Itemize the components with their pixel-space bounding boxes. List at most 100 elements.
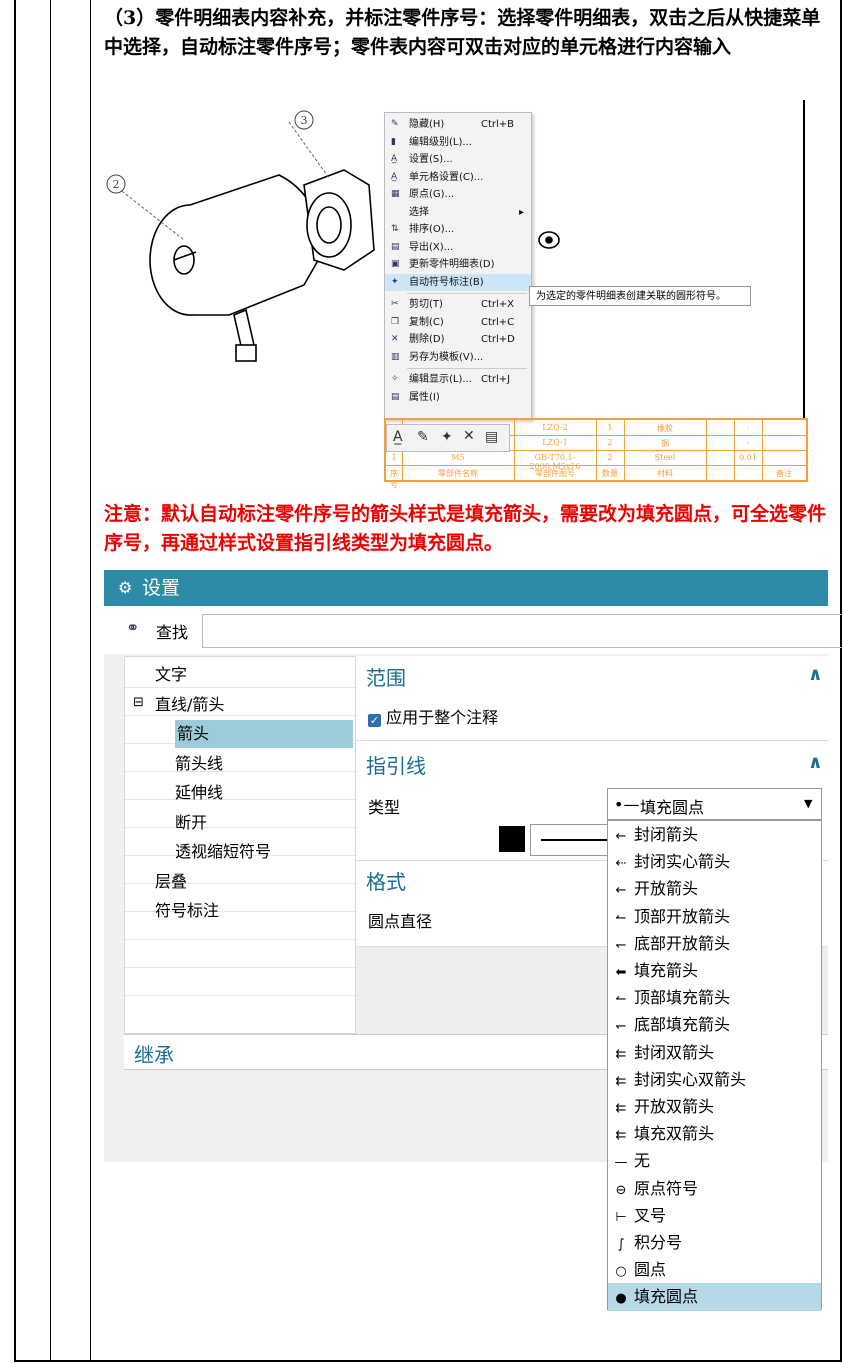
auto-balloon-icon[interactable]: ✦ xyxy=(441,429,453,445)
table-cell[interactable]: 备注 xyxy=(764,468,804,479)
table-cell[interactable]: 序号 xyxy=(388,468,400,490)
table-cell[interactable]: LZQ-2 xyxy=(516,423,594,432)
edit-display-icon: ✧ xyxy=(391,374,399,384)
delete-icon[interactable]: ✕ xyxy=(463,428,475,444)
table-cell[interactable]: LZQ-1 xyxy=(516,438,594,447)
tree-item[interactable]: 层叠 xyxy=(155,868,187,896)
tree-item-label: 透视缩短符号 xyxy=(175,842,272,861)
menu-item[interactable]: ✕ 删除(D) Ctrl+D xyxy=(385,331,531,348)
dropdown-option[interactable]: ↽ 底部填充箭头 xyxy=(608,1011,821,1038)
dropdown-option-label: 填充双箭头 xyxy=(634,1124,715,1144)
menu-separator xyxy=(407,293,527,294)
menu-item-label: 编辑级别(L)... xyxy=(409,136,472,148)
tree-item[interactable]: 断开 xyxy=(175,809,207,837)
menu-item[interactable]: ❐ 复制(C) Ctrl+C xyxy=(385,314,531,331)
dropdown-option[interactable]: ⇇ 填充双箭头 xyxy=(608,1120,821,1147)
tree-row-line xyxy=(125,771,355,772)
context-menu[interactable]: ✎ 隐藏(H) Ctrl+B ▮ 编辑级别(L)... A̲ 设置(S)... A̲ 单元格设置… xyxy=(384,112,532,420)
menu-item[interactable]: ▣ 更新零件明细表(D) xyxy=(385,256,531,273)
apply-all-checkbox[interactable]: ✓ 应用于整个注释 xyxy=(368,704,498,728)
menu-item[interactable]: ✦ 自动符号标注(B) xyxy=(385,273,531,291)
line-style-select[interactable] xyxy=(530,824,612,856)
dropdown-option[interactable]: ● 填充圆点 xyxy=(608,1283,821,1311)
warning-note: 注意：默认自动标注零件序号的箭头样式是填充箭头，需要改为填充圆点，可全选零件序号… xyxy=(104,503,827,554)
leader-type-icon: ⇇ xyxy=(615,1101,627,1116)
table-cell[interactable]: 零部件图号 xyxy=(516,468,594,479)
menu-item-label: 选择 xyxy=(409,206,429,218)
dropdown-option[interactable]: ⇇ 封闭实心双箭头 xyxy=(608,1066,821,1093)
table-cell[interactable]: 钢 xyxy=(626,438,704,449)
tree-item[interactable]: 箭头线 xyxy=(175,750,223,778)
table-cell[interactable]: - xyxy=(736,423,760,432)
callout-2: 2 xyxy=(113,178,120,191)
dropdown-option-label: 开放双箭头 xyxy=(634,1097,715,1116)
section-leader[interactable]: 指引线 xyxy=(366,750,838,779)
collapse-icon[interactable]: ∧ xyxy=(808,752,823,773)
leader-type-icon: ⇇ xyxy=(615,1128,627,1144)
section-scope[interactable]: 范围 xyxy=(366,662,838,691)
table-cell[interactable]: 1 xyxy=(388,453,400,462)
dropdown-option[interactable]: ⇠ 封闭实心箭头 xyxy=(608,848,821,875)
tree-item[interactable]: 文字 xyxy=(155,661,187,689)
type-select[interactable]: •— 填充圆点 ▼ xyxy=(607,788,822,820)
table-cell[interactable]: 2 xyxy=(598,438,622,447)
menu-item[interactable]: ▥ 另存为模板(V)... xyxy=(385,349,531,366)
menu-item[interactable]: 选择 ▸ xyxy=(385,204,531,221)
dropdown-option[interactable]: ⇇ 开放双箭头 xyxy=(608,1093,821,1120)
search-input[interactable] xyxy=(202,614,843,648)
menu-item[interactable]: A̲ 设置(S)... xyxy=(385,151,531,168)
tree-item[interactable]: 直线/箭头 xyxy=(155,691,224,719)
tree-item[interactable]: 箭头 xyxy=(175,720,353,748)
settings-icon[interactable]: A̲ xyxy=(393,429,403,445)
menu-item[interactable]: ▤ 属性(I) xyxy=(385,389,531,406)
dropdown-option[interactable]: ↽ 底部开放箭头 xyxy=(608,930,821,957)
dropdown-option[interactable]: ↼ 顶部填充箭头 xyxy=(608,984,821,1011)
table-cell[interactable]: 1 xyxy=(598,423,622,432)
menu-item[interactable]: ✧ 编辑显示(L)... Ctrl+J xyxy=(385,371,531,388)
dropdown-option-label: 原点符号 xyxy=(634,1178,699,1198)
menu-item[interactable]: ✎ 隐藏(H) Ctrl+B xyxy=(385,116,531,133)
menu-item[interactable]: ▦ 原点(G)... xyxy=(385,186,531,203)
expand-collapse-icon[interactable]: ⊟ xyxy=(133,695,144,710)
dropdown-option[interactable]: ∫ 积分号 xyxy=(608,1229,821,1256)
menu-item[interactable]: ▤ 导出(X)... xyxy=(385,239,531,256)
table-cell[interactable]: 2 xyxy=(598,453,622,462)
type-dropdown-list[interactable]: ← 封闭箭头 ⇠ 封闭实心箭头 ← 开放箭头 ↼ 顶部开放箭头 ↽ 底部开放箭头 ⬅ 填充箭头 ↼ 顶部填… xyxy=(607,820,822,1311)
menu-item[interactable]: A̲ 单元格设置(C)... xyxy=(385,169,531,186)
hide-icon[interactable]: ✎ xyxy=(417,429,429,445)
menu-item-label: 单元格设置(C)... xyxy=(409,171,484,183)
dropdown-option[interactable]: ↼ 顶部开放箭头 xyxy=(608,903,821,930)
table-cell[interactable]: 橡胶 xyxy=(626,423,704,434)
table-cell[interactable]: M5 xyxy=(404,453,512,462)
menu-item-label: 属性(I) xyxy=(409,391,440,403)
collapse-icon[interactable]: ∧ xyxy=(808,664,823,685)
table-cell[interactable]: - xyxy=(736,438,760,447)
table-cell[interactable]: 零部件名称 xyxy=(404,468,512,479)
dropdown-option[interactable]: ⊢ 叉号 xyxy=(608,1202,821,1229)
dropdown-option[interactable]: ○ 圆点 xyxy=(608,1256,821,1283)
table-cell[interactable]: 数量 xyxy=(598,468,622,479)
dropdown-option[interactable]: ⇇ 封闭双箭头 xyxy=(608,1039,821,1066)
tree-item[interactable]: 延伸线 xyxy=(175,779,223,807)
dropdown-option[interactable]: — 无 xyxy=(608,1147,821,1174)
dropdown-option[interactable]: ⊖ 原点符号 xyxy=(608,1175,821,1202)
sort-icon: ⇅ xyxy=(391,224,399,234)
checkbox-checked-icon: ✓ xyxy=(368,714,381,727)
tree-item[interactable]: 透视缩短符号 xyxy=(175,838,271,866)
table-cell[interactable]: Steel xyxy=(626,453,704,462)
edit-level-icon: ▮ xyxy=(391,136,396,147)
tree-item-label: 延伸线 xyxy=(175,783,224,802)
color-swatch[interactable] xyxy=(499,826,525,852)
mini-toolbar[interactable]: A̲ ✎ ✦ ✕ ▤ xyxy=(386,424,510,452)
dropdown-option[interactable]: ⬅ 填充箭头 xyxy=(608,957,821,984)
table-cell[interactable]: 材料 xyxy=(626,468,704,479)
dropdown-option[interactable]: ← 开放箭头 xyxy=(608,875,821,902)
menu-item[interactable]: ▮ 编辑级别(L)... xyxy=(385,134,531,151)
settings-tree[interactable]: 文字 直线/箭头 ⊟ 箭头 箭头线延伸线断开透视缩短符号层叠 符号标注 xyxy=(124,656,356,1034)
dropdown-option[interactable]: ← 封闭箭头 xyxy=(608,821,821,848)
menu-item[interactable]: ✂ 剪切(T) Ctrl+X xyxy=(385,296,531,313)
tree-item[interactable]: 符号标注 xyxy=(155,897,219,925)
table-cell[interactable]: 0.01 xyxy=(736,453,760,462)
export-icon[interactable]: ▤ xyxy=(485,429,498,445)
menu-item[interactable]: ⇅ 排序(O)... xyxy=(385,221,531,238)
